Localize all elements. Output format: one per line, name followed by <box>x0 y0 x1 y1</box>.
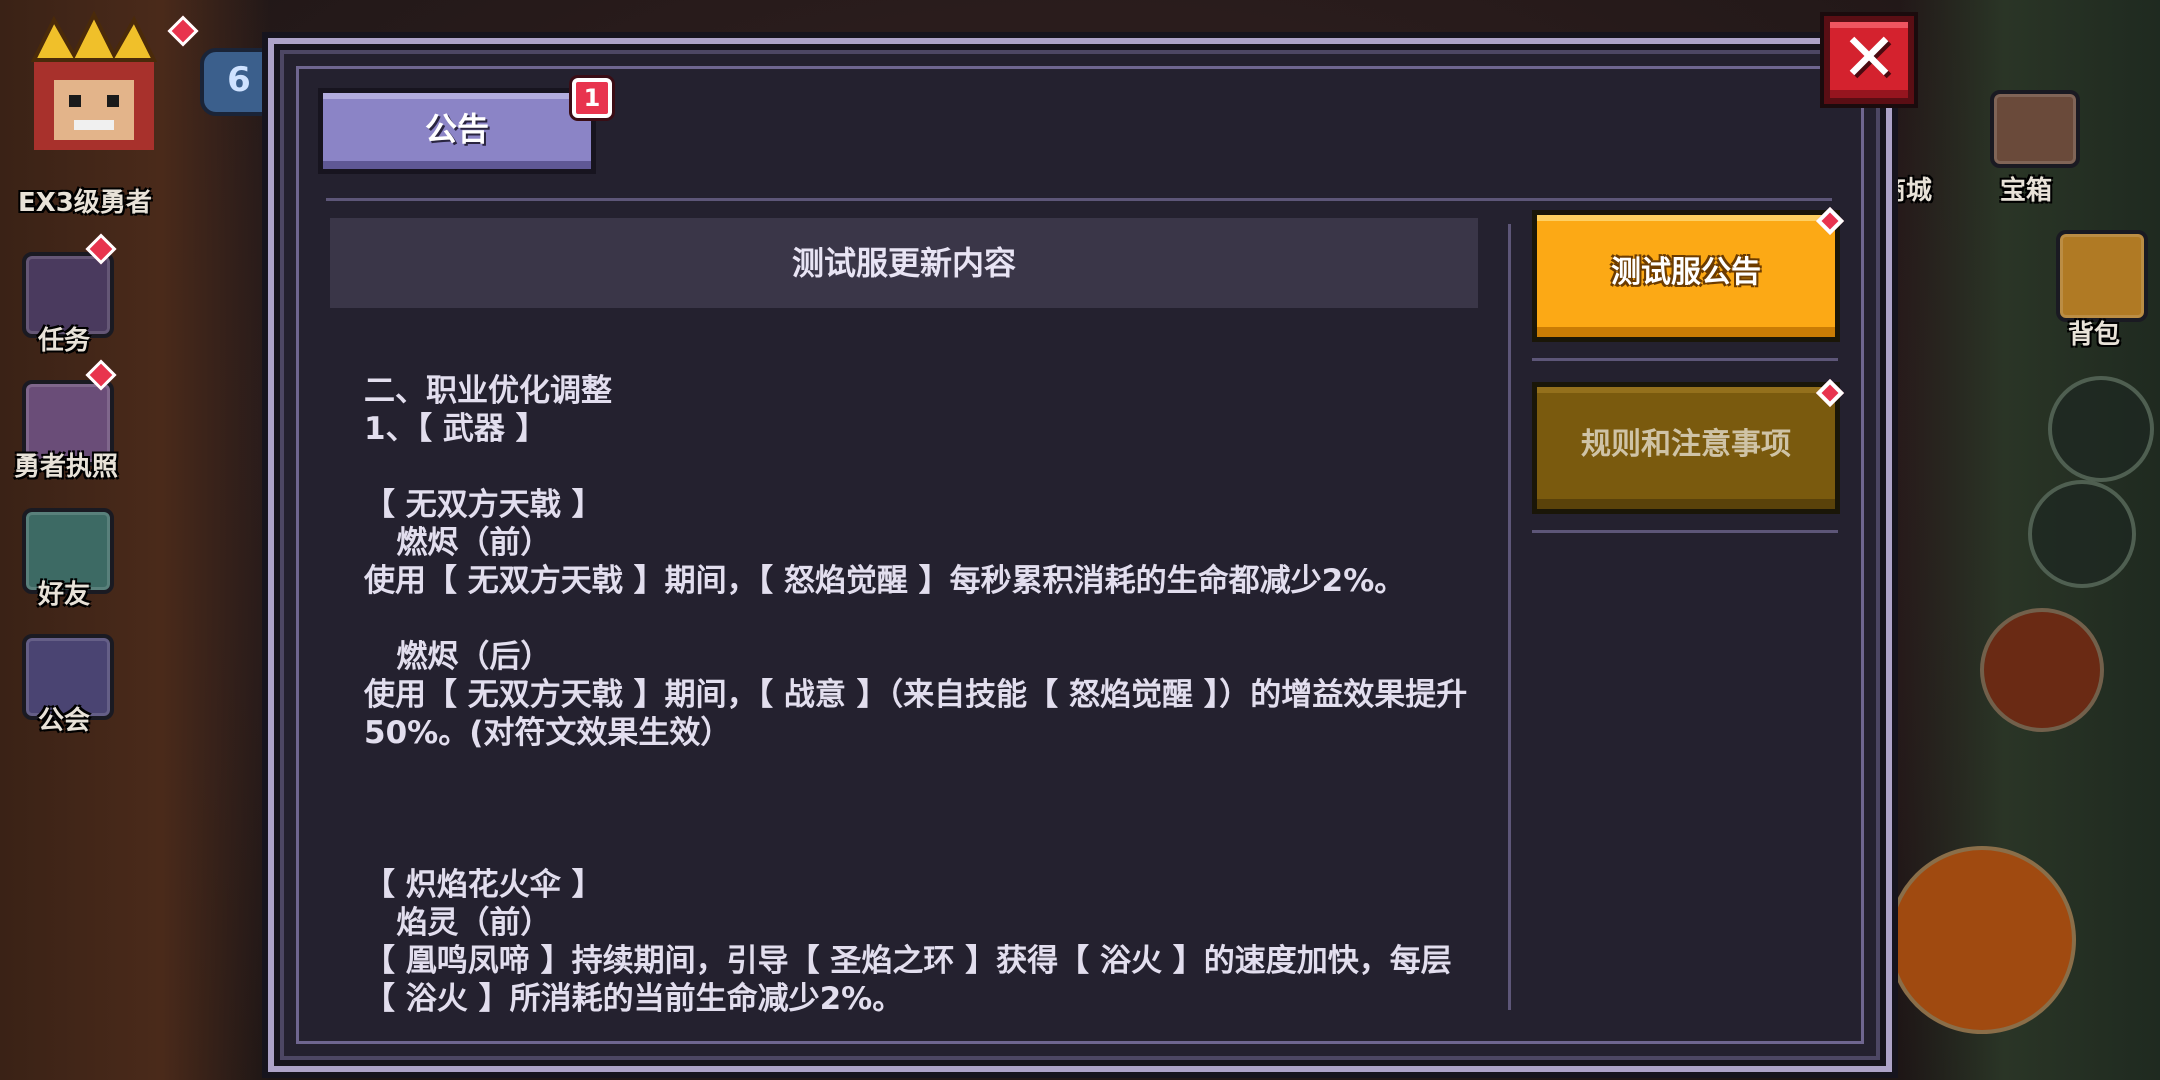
menu-label-guild: 公会 <box>38 706 91 736</box>
backpack-icon[interactable] <box>2056 230 2148 322</box>
close-button[interactable]: ✕ <box>1824 16 1914 104</box>
skill-wind-icon[interactable] <box>2028 480 2136 588</box>
skill-fire-icon[interactable] <box>1980 608 2104 732</box>
menu-label-backpack: 背包 <box>2068 320 2121 350</box>
grid-menu-icon[interactable] <box>2048 376 2154 482</box>
pumpkin-skill-icon[interactable] <box>1888 846 2076 1034</box>
level-badge: 6 <box>200 48 278 116</box>
player-title: EX3级勇者 <box>18 188 152 218</box>
content-title: 测试服更新内容 <box>330 218 1478 308</box>
chest-icon[interactable] <box>1990 90 2080 168</box>
menu-label-friend: 好友 <box>38 580 91 610</box>
player-avatar-icon[interactable] <box>14 10 174 160</box>
side-divider <box>1532 358 1838 361</box>
side-tab-test-server-notice[interactable]: 测试服公告 <box>1532 210 1840 342</box>
menu-label-task: 任务 <box>38 326 91 356</box>
side-divider <box>1532 530 1838 533</box>
content-divider <box>1508 224 1511 1010</box>
tab-notice[interactable]: 公告 <box>318 88 596 174</box>
header-divider <box>326 198 1832 201</box>
content-body[interactable]: 二、职业优化调整 1、【 武器 】 【 无双方天戟 】 燃烬（前） 使用【 无双… <box>364 372 1474 1020</box>
menu-label-license: 勇者执照 <box>14 452 119 482</box>
tab-notice-badge: 1 <box>572 78 612 118</box>
menu-label-chest: 宝箱 <box>2000 176 2053 206</box>
side-tab-rules[interactable]: 规则和注意事项 <box>1532 382 1840 514</box>
